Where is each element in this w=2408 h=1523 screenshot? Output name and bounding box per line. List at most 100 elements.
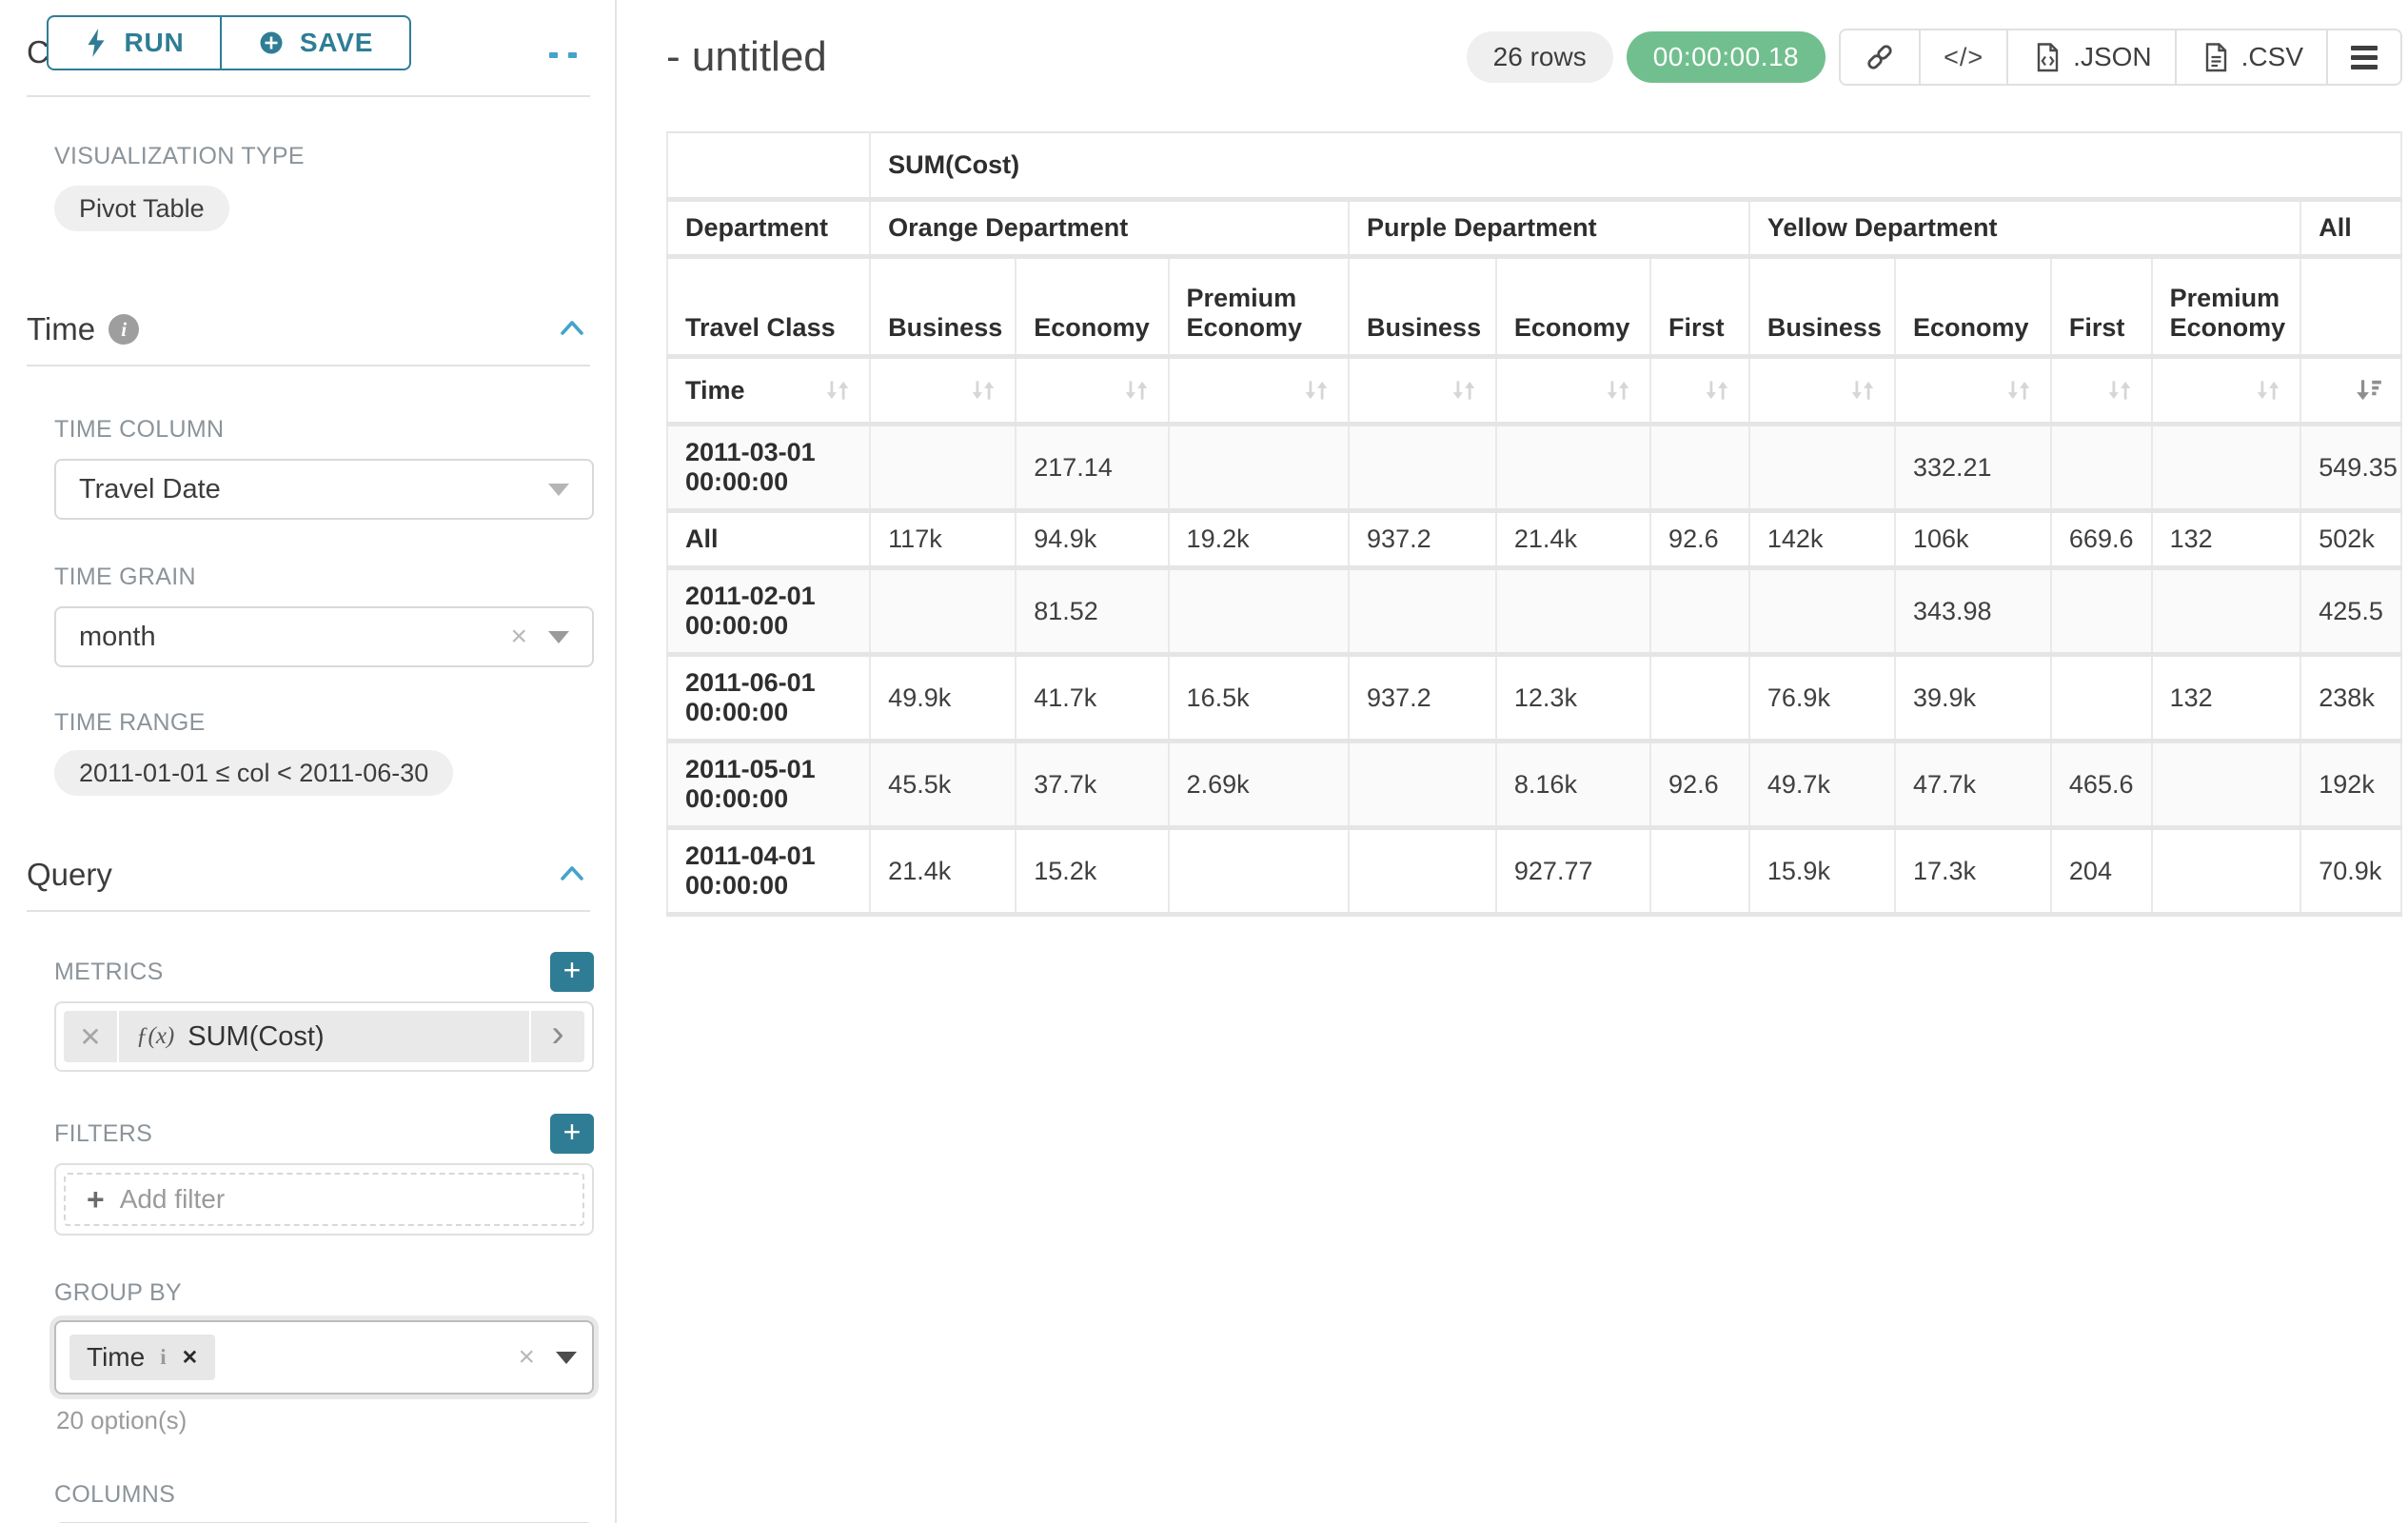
sub-column-header: Economy: [1895, 257, 2051, 357]
sort-icon[interactable]: [2105, 376, 2134, 405]
pivot-value-cell: 937.2: [1349, 511, 1496, 568]
pivot-row-label: 2011-06-01 00:00:00: [667, 655, 870, 742]
time-range-pill[interactable]: 2011-01-01 ≤ col < 2011-06-30: [54, 750, 453, 796]
sort-cell[interactable]: [1349, 357, 1496, 425]
sort-icon[interactable]: [2254, 376, 2282, 405]
code-icon: </>: [1944, 43, 1984, 72]
sort-cell[interactable]: [1749, 357, 1895, 425]
pivot-value-cell: 465.6: [2051, 742, 2152, 828]
pivot-value-cell: 927.77: [1496, 828, 1650, 915]
collapse-time-section-button[interactable]: [554, 313, 590, 346]
pivot-value-cell: [1169, 425, 1349, 511]
pivot-row-label: 2011-04-01 00:00:00: [667, 828, 870, 915]
pivot-value-cell: [1349, 425, 1496, 511]
export-csv-button[interactable]: .CSV: [2175, 30, 2326, 84]
sort-cell[interactable]: [1169, 357, 1349, 425]
sort-icon[interactable]: [1848, 376, 1877, 405]
time-sort-cell[interactable]: Time: [667, 357, 870, 425]
chevron-down-icon[interactable]: [556, 1352, 577, 1364]
pivot-value-cell: 39.9k: [1895, 655, 2051, 742]
share-link-button[interactable]: [1841, 30, 1919, 84]
group-by-label: GROUP BY: [54, 1279, 615, 1307]
sort-cell[interactable]: [870, 357, 1016, 425]
group-by-chip-time[interactable]: Time i ✕: [69, 1335, 215, 1380]
sort-icon[interactable]: [969, 376, 997, 405]
sub-column-header: Business: [1349, 257, 1496, 357]
pivot-value-cell: [1349, 828, 1496, 915]
sort-cell[interactable]: [1895, 357, 2051, 425]
plus-circle-icon: [258, 30, 285, 56]
pivot-value-cell: 937.2: [1349, 655, 1496, 742]
sort-icon[interactable]: [1703, 376, 1731, 405]
sub-column-header: Business: [870, 257, 1016, 357]
chevron-up-icon: [558, 862, 586, 885]
run-button[interactable]: RUN: [47, 15, 221, 70]
query-timer-badge: 00:00:00.18: [1627, 31, 1826, 83]
pivot-row: 2011-02-01 00:00:0081.52343.98425.5: [667, 568, 2401, 655]
pivot-value-cell: 81.52: [1016, 568, 1168, 655]
pivot-value-cell: 21.4k: [1496, 511, 1650, 568]
sort-cell[interactable]: [1016, 357, 1168, 425]
pivot-value-cell: 12.3k: [1496, 655, 1650, 742]
time-column-select[interactable]: Travel Date: [54, 459, 594, 520]
pivot-value-cell: [1169, 568, 1349, 655]
pivot-value-cell: 15.9k: [1749, 828, 1895, 915]
collapse-query-section-button[interactable]: [554, 859, 590, 892]
sort-cell[interactable]: [1650, 357, 1749, 425]
sub-column-header: First: [1650, 257, 1749, 357]
export-json-button[interactable]: .JSON: [2006, 30, 2174, 84]
sort-desc-icon[interactable]: [2355, 376, 2383, 405]
pivot-row: 2011-04-01 00:00:0021.4k15.2k927.7715.9k…: [667, 828, 2401, 915]
sort-icon[interactable]: [823, 376, 852, 405]
section-divider: [27, 95, 590, 97]
remove-metric-icon[interactable]: ✕: [64, 1011, 119, 1062]
remove-chip-icon[interactable]: ✕: [182, 1346, 199, 1370]
pivot-value-cell: [1496, 568, 1650, 655]
sort-cell[interactable]: [1496, 357, 1650, 425]
pivot-row: 2011-06-01 00:00:0049.9k41.7k16.5k937.21…: [667, 655, 2401, 742]
sort-cell-all[interactable]: [2300, 357, 2401, 425]
pivot-value-cell: 92.6: [1650, 742, 1749, 828]
sort-icon[interactable]: [1604, 376, 1632, 405]
pivot-value-cell: 332.21: [1895, 425, 2051, 511]
sort-icon[interactable]: [2004, 376, 2033, 405]
time-grain-select[interactable]: month ×: [54, 606, 594, 667]
pivot-value-cell: [1650, 655, 1749, 742]
group-by-select[interactable]: Time i ✕ ×: [54, 1320, 594, 1394]
sub-column-header: First: [2051, 257, 2152, 357]
chart-menu-button[interactable]: [2326, 30, 2400, 84]
add-filter-button[interactable]: + Add filter: [64, 1173, 584, 1226]
save-button[interactable]: SAVE: [221, 15, 411, 70]
csv-file-icon: [2200, 41, 2232, 73]
sub-column-header: Premium Economy: [1169, 257, 1349, 357]
add-metric-button[interactable]: +: [550, 952, 594, 992]
sub-column-header: Business: [1749, 257, 1895, 357]
sort-icon[interactable]: [1122, 376, 1151, 405]
metrics-control: ✕ ƒ(x) SUM(Cost) ›: [54, 1001, 594, 1072]
add-filter-plus-button[interactable]: +: [550, 1114, 594, 1154]
pivot-value-cell: 132: [2152, 655, 2301, 742]
sort-cell[interactable]: [2051, 357, 2152, 425]
visualization-type-pill[interactable]: Pivot Table: [54, 186, 229, 231]
travel-class-dim-label: Travel Class: [667, 257, 870, 357]
info-icon[interactable]: i: [109, 314, 139, 345]
view-query-button[interactable]: </>: [1919, 30, 2006, 84]
clear-icon[interactable]: ×: [497, 623, 541, 651]
sort-cell[interactable]: [2152, 357, 2301, 425]
filters-label: FILTERS: [54, 1120, 152, 1148]
chevron-right-icon[interactable]: ›: [529, 1011, 584, 1062]
clear-icon[interactable]: ×: [504, 1343, 548, 1372]
pivot-value-cell: 45.5k: [870, 742, 1016, 828]
sort-icon[interactable]: [1302, 376, 1331, 405]
chevron-down-icon[interactable]: [548, 631, 569, 643]
metric-chip[interactable]: ✕ ƒ(x) SUM(Cost) ›: [64, 1011, 584, 1062]
columns-label: COLUMNS: [54, 1481, 615, 1509]
json-file-icon: [2031, 41, 2063, 73]
chevron-down-icon[interactable]: [548, 484, 569, 496]
page-title[interactable]: - untitled: [666, 33, 827, 81]
time-range-label: TIME RANGE: [54, 709, 615, 737]
time-grain-label: TIME GRAIN: [54, 564, 615, 591]
sort-icon[interactable]: [1450, 376, 1478, 405]
metrics-label: METRICS: [54, 959, 164, 986]
info-icon[interactable]: i: [160, 1345, 166, 1370]
